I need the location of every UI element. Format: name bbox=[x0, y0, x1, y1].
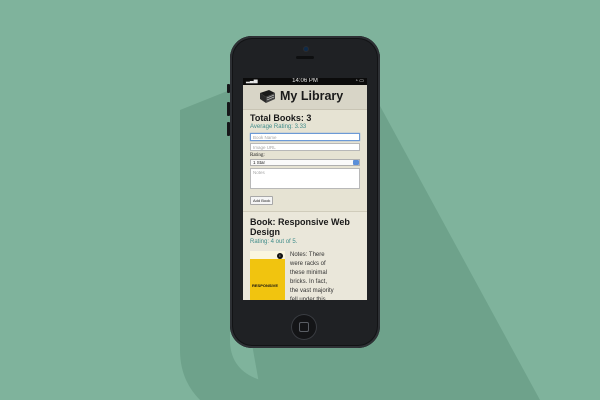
book-rating: Rating: 4 out of 5. bbox=[250, 239, 298, 245]
rating-select-value: 1 Star bbox=[253, 160, 266, 165]
volume-down-button bbox=[227, 122, 230, 136]
book-name-input[interactable]: Book Name bbox=[250, 133, 360, 141]
add-book-button[interactable]: Add Book bbox=[250, 196, 274, 205]
home-button[interactable] bbox=[291, 314, 317, 340]
mute-switch bbox=[227, 84, 230, 93]
average-rating: Average Rating: 3.33 bbox=[250, 124, 307, 130]
app-header: My Library bbox=[243, 85, 367, 110]
notes-textarea[interactable]: Notes bbox=[250, 168, 360, 189]
info-icon[interactable]: i bbox=[277, 253, 283, 259]
status-time: 14:06 PM bbox=[292, 78, 318, 84]
total-books: Total Books: 3 bbox=[250, 113, 312, 123]
book-card: Book: Responsive Web Design Rating: 4 ou… bbox=[243, 212, 367, 300]
status-bar: ▂▃▅ 14:06 PM ◔ ▭ bbox=[243, 78, 367, 85]
phone-frame: ▂▃▅ 14:06 PM ◔ ▭ My Library Total Books:… bbox=[227, 36, 380, 348]
chevron-down-icon bbox=[353, 160, 359, 165]
phone-screen: ▂▃▅ 14:06 PM ◔ ▭ My Library Total Books:… bbox=[243, 78, 367, 300]
battery-icon: ◔ ▭ bbox=[354, 78, 364, 84]
book-details: i RESPONSIVE Notes: There were racks of … bbox=[250, 251, 360, 300]
earpiece-speaker bbox=[296, 56, 314, 59]
library-summary: Total Books: 3 Average Rating: 3.33 Book… bbox=[243, 110, 367, 212]
book-cover-image: i RESPONSIVE bbox=[250, 251, 285, 300]
image-url-input[interactable]: Image URL bbox=[250, 143, 360, 151]
cover-title: RESPONSIVE bbox=[252, 283, 279, 288]
front-camera bbox=[304, 47, 308, 51]
home-square-icon bbox=[299, 322, 309, 332]
book-notes: Notes: There were racks of these minimal… bbox=[290, 252, 334, 300]
rating-select[interactable]: 1 Star bbox=[250, 159, 360, 166]
volume-up-button bbox=[227, 102, 230, 116]
book-title: Book: Responsive Web Design bbox=[250, 217, 350, 237]
app-title: My Library bbox=[280, 89, 344, 103]
book-icon bbox=[260, 90, 275, 103]
